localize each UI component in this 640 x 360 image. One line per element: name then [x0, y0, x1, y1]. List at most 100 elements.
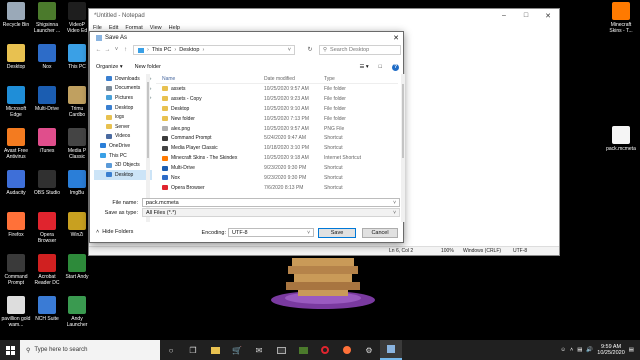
cancel-button[interactable]: Cancel	[362, 228, 398, 238]
file-row[interactable]: Command Prompt 5/24/2020 9:47 AM Shortcut	[156, 133, 398, 143]
desktop-icon[interactable]: Desktop	[1, 44, 31, 70]
desktop-icon[interactable]: NCH Suite	[32, 296, 62, 322]
clock[interactable]: 9:59 AM 10/25/2020	[597, 344, 625, 356]
refresh-icon[interactable]: ↻	[305, 46, 315, 53]
file-row[interactable]: Media Player Classic 10/18/2020 3:10 PM Sh…	[156, 143, 398, 153]
file-row[interactable]: Minecraft Skins - The Skindex 10/25/2020 …	[156, 153, 398, 163]
people-icon[interactable]: ☺	[560, 347, 566, 353]
desktop-icon[interactable]: Acrobat Reader DC	[32, 254, 62, 286]
nav-item[interactable]: Pictures ★	[94, 93, 152, 103]
column-type[interactable]: Type	[324, 76, 398, 82]
desktop-icon[interactable]: Recycle Bin	[1, 2, 31, 28]
start-button[interactable]	[0, 340, 20, 360]
file-name-field[interactable]: pack.mcmeta ˅	[142, 198, 400, 207]
close-icon[interactable]: ✕	[537, 12, 559, 20]
file-row[interactable]: New folder 10/25/2020 7:13 PM File folder	[156, 114, 398, 124]
hide-folders-toggle[interactable]: ˄ Hide Folders	[96, 229, 133, 235]
desktop-icon[interactable]: Start Andy	[62, 254, 92, 280]
desktop-icon[interactable]: pack.mcmeta	[604, 126, 638, 152]
cortana-icon[interactable]: ○	[160, 340, 182, 360]
desktop-icon[interactable]: Minecraft Skins - T...	[604, 2, 638, 34]
nav-item[interactable]: OneDrive	[94, 141, 152, 151]
menu-edit[interactable]: Edit	[109, 25, 118, 31]
network-icon[interactable]: ▤	[577, 347, 582, 353]
file-type: Shortcut	[324, 145, 343, 152]
settings-icon[interactable]: ⚙	[358, 340, 380, 360]
menu-view[interactable]: View	[150, 25, 162, 31]
file-list-scrollbar[interactable]	[401, 74, 405, 222]
save-as-type-select[interactable]: All Files (*.*) ˅	[142, 208, 400, 217]
notifications-icon[interactable]: ▤	[629, 347, 634, 353]
back-arrow-icon[interactable]: ←	[94, 47, 103, 53]
forward-arrow-icon[interactable]: →	[103, 47, 112, 53]
chevron-down-icon[interactable]: ˅	[307, 230, 310, 236]
file-explorer-icon[interactable]	[204, 340, 226, 360]
file-row[interactable]: Opera Browser 7/6/2020 8:13 PM Shortcut	[156, 183, 398, 193]
show-hidden-icon[interactable]: ˄	[570, 347, 573, 353]
desktop-icon[interactable]: Opera Browser	[32, 212, 62, 244]
nav-item[interactable]: This PC	[94, 151, 152, 161]
task-view-icon[interactable]: ❐	[182, 340, 204, 360]
file-row[interactable]: Multi-Drive 9/23/2020 9:30 PM Shortcut	[156, 163, 398, 173]
taskbar-search-box[interactable]: ⚲ Type here to search	[20, 340, 160, 360]
nav-item[interactable]: logs	[94, 112, 152, 122]
address-dropdown-icon[interactable]: ˅	[288, 47, 291, 53]
chevron-down-icon[interactable]: ˅	[393, 200, 396, 206]
nav-item[interactable]: Desktop	[94, 103, 152, 113]
minimize-icon[interactable]: –	[493, 12, 515, 20]
nav-item[interactable]: 3D Objects	[94, 160, 152, 170]
breadcrumb-this-pc[interactable]: This PC	[152, 47, 172, 53]
nav-item[interactable]: Documents ★	[94, 84, 152, 94]
breadcrumb-desktop[interactable]: Desktop	[179, 47, 199, 53]
nav-item[interactable]: Videos	[94, 132, 152, 142]
desktop-icon[interactable]: Command Prompt	[1, 254, 31, 286]
file-name: Multi-Drive	[171, 165, 195, 172]
volume-icon[interactable]: 🔊	[586, 347, 593, 353]
nav-item[interactable]: Server	[94, 122, 152, 132]
help-icon[interactable]: ?	[392, 63, 399, 71]
column-date-modified[interactable]: Date modified	[264, 76, 324, 82]
dialog-close-icon[interactable]: ✕	[389, 34, 403, 42]
organize-button[interactable]: Organize ▾	[96, 64, 123, 70]
file-row[interactable]: assets 10/25/2020 9:57 AM File folder	[156, 84, 398, 94]
save-button[interactable]: Save	[318, 228, 356, 238]
desktop-icon[interactable]: Multi-Drive	[32, 86, 62, 112]
terminal-icon[interactable]	[270, 340, 292, 360]
menu-format[interactable]: Format	[125, 25, 142, 31]
menu-help[interactable]: Help	[169, 25, 180, 31]
mail-icon[interactable]: ✉	[248, 340, 270, 360]
nav-item[interactable]: Desktop	[94, 169, 152, 180]
chevron-down-icon[interactable]: ˅	[393, 210, 396, 216]
desktop-icon[interactable]: Andy Launcher	[62, 296, 92, 328]
file-row[interactable]: Desktop 10/25/2020 9:10 AM File folder	[156, 104, 398, 114]
encoding-select[interactable]: UTF-8 ˅	[228, 228, 314, 237]
preview-pane-icon[interactable]: □	[379, 64, 382, 70]
new-folder-button[interactable]: New folder	[135, 64, 161, 70]
file-row[interactable]: assets - Copy 10/25/2020 9:23 AM File fold…	[156, 94, 398, 104]
store-icon[interactable]: 🛒	[226, 340, 248, 360]
desktop-icon[interactable]: Nox	[32, 44, 62, 70]
notepad-taskbar-icon[interactable]	[380, 340, 402, 360]
desktop-icon[interactable]: OBS Studio	[32, 170, 62, 196]
desktop-icon[interactable]: Shigsinna Launcher ...	[32, 2, 62, 34]
maximize-icon[interactable]: □	[515, 12, 537, 20]
desktop-icon[interactable]: Firefox	[1, 212, 31, 238]
menu-file[interactable]: File	[93, 25, 102, 31]
file-row[interactable]: alex.png 10/25/2020 9:57 AM PNG File	[156, 124, 398, 134]
address-bar[interactable]: › This PC › Desktop › ˅	[133, 45, 295, 55]
desktop-icon[interactable]: Avast Free Antivirus	[1, 128, 31, 160]
file-row[interactable]: Nox 9/23/2020 9:30 PM Shortcut	[156, 173, 398, 183]
up-arrow-icon[interactable]: ↑	[121, 47, 130, 53]
desktop-icon[interactable]: iTunes	[32, 128, 62, 154]
search-input[interactable]: ⚲ Search Desktop	[319, 45, 401, 55]
nav-item[interactable]: Downloads ★	[94, 74, 152, 84]
recent-chevron-icon[interactable]: ˅	[112, 47, 121, 53]
firefox-icon[interactable]	[336, 340, 358, 360]
desktop-icon[interactable]: pavillion gold wam...	[1, 296, 31, 328]
game-icon[interactable]	[292, 340, 314, 360]
view-options-icon[interactable]: ☰ ▾	[359, 64, 368, 70]
column-name[interactable]: Name	[156, 76, 264, 82]
desktop-icon[interactable]: Audacity	[1, 170, 31, 196]
desktop-icon[interactable]: Microsoft Edge	[1, 86, 31, 118]
opera-icon[interactable]	[314, 340, 336, 360]
